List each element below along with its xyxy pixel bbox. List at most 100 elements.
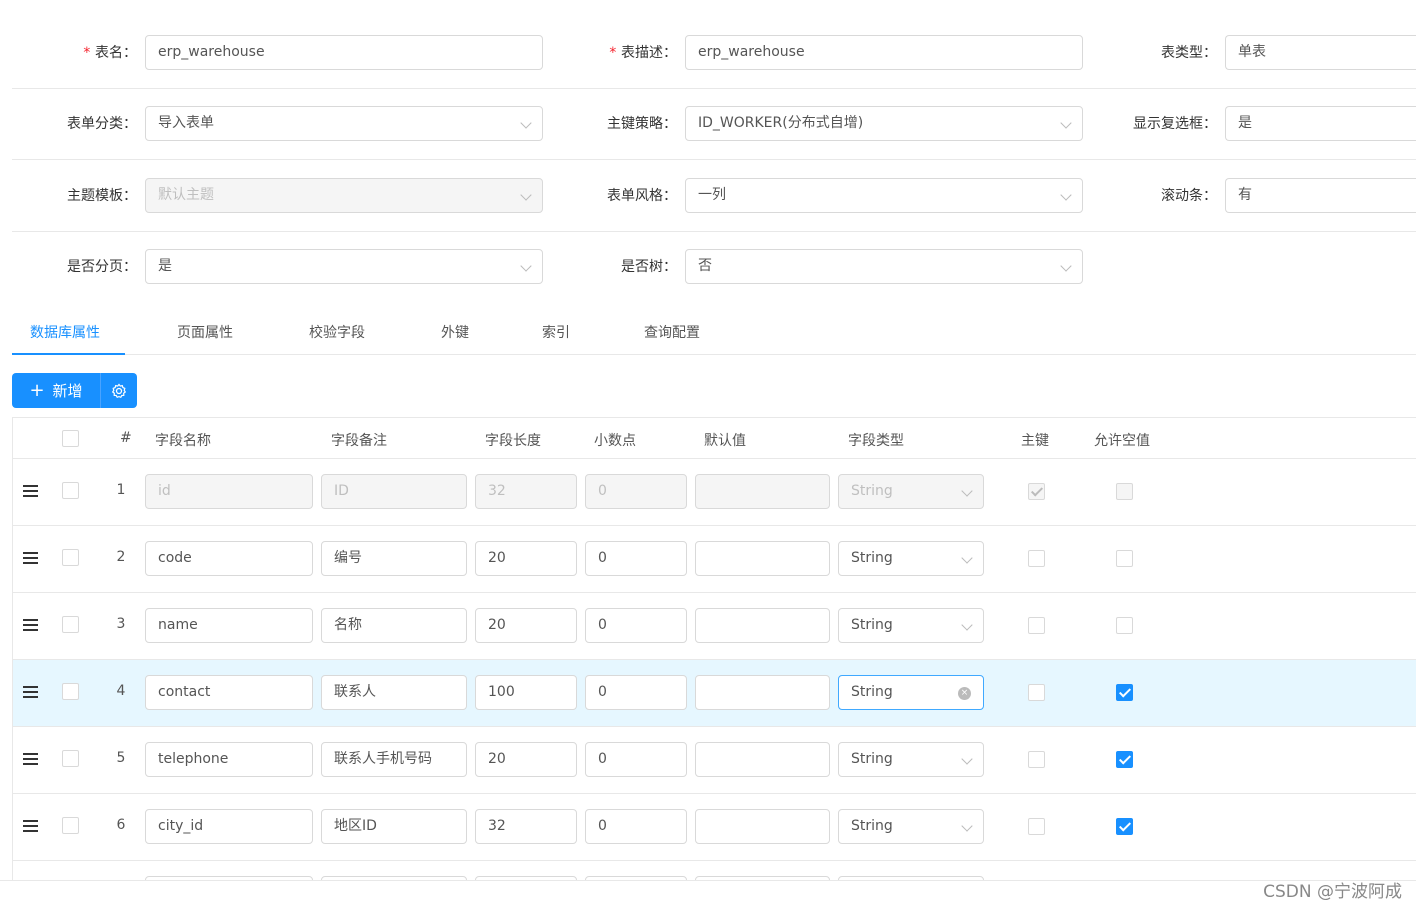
form-label: * 表描述： — [609, 35, 677, 71]
row-checkbox[interactable] — [62, 750, 79, 767]
decimal-input[interactable]: 0 — [585, 809, 687, 844]
nullable-checkbox[interactable] — [1116, 617, 1133, 634]
remark-input[interactable]: 名称 — [321, 608, 467, 643]
drag-handle-icon[interactable] — [23, 485, 38, 497]
remark-value: 编号 — [334, 550, 362, 566]
row-checkbox[interactable] — [62, 482, 79, 499]
form-label: 主题模板： — [67, 178, 137, 214]
label-colon: ： — [1203, 188, 1217, 204]
remark-input[interactable]: 联系人手机号码 — [321, 742, 467, 777]
default-input[interactable] — [695, 608, 830, 643]
length-input[interactable]: 100 — [475, 675, 577, 710]
remark-input[interactable]: 编号 — [321, 541, 467, 576]
remark-input[interactable]: 地区ID — [321, 809, 467, 844]
drag-handle-icon[interactable] — [23, 753, 38, 765]
type-select[interactable]: String — [838, 742, 984, 777]
label-text: 是否分页 — [67, 259, 123, 275]
remark-input[interactable]: 联系人 — [321, 675, 467, 710]
label-text: 主键策略 — [607, 116, 663, 132]
length-input[interactable]: 32 — [475, 809, 577, 844]
type-value: String — [851, 751, 893, 767]
drag-line — [23, 552, 38, 554]
divider — [0, 880, 1416, 881]
drag-handle-icon[interactable] — [23, 686, 38, 698]
name-input[interactable]: contact — [145, 675, 313, 710]
table-row — [13, 861, 1416, 880]
default-input[interactable] — [695, 541, 830, 576]
decimal-input[interactable]: 0 — [585, 608, 687, 643]
primary-key-checkbox[interactable] — [1028, 684, 1045, 701]
type-select[interactable]: String — [838, 809, 984, 844]
row-number: 3 — [116, 616, 126, 632]
field-value: 有 — [1238, 187, 1252, 203]
row-checkbox[interactable] — [62, 549, 79, 566]
nullable-checkbox[interactable] — [1116, 550, 1133, 567]
clear-icon[interactable]: × — [958, 687, 971, 700]
tab-5[interactable]: 查询配置 — [644, 322, 700, 342]
default-input[interactable] — [695, 675, 830, 710]
primary-key-checkbox[interactable] — [1028, 818, 1045, 835]
name-input[interactable]: name — [145, 608, 313, 643]
select-all-checkbox[interactable] — [62, 430, 79, 447]
primary-key-checkbox[interactable] — [1028, 617, 1045, 634]
default-input[interactable] — [695, 742, 830, 777]
column-header: 字段类型 — [848, 433, 904, 449]
tab-2[interactable]: 校验字段 — [309, 322, 365, 342]
select-field[interactable]: 导入表单 — [145, 106, 543, 141]
decimal-value: 0 — [598, 684, 607, 700]
decimal-input[interactable]: 0 — [585, 742, 687, 777]
select-field[interactable]: 是 — [145, 249, 543, 284]
column-header: 字段名称 — [155, 433, 211, 449]
drag-handle-icon[interactable] — [23, 619, 38, 631]
drag-line — [23, 825, 38, 827]
text-field[interactable]: 是 — [1225, 106, 1416, 141]
select-field[interactable]: 一列 — [685, 178, 1083, 213]
primary-key-checkbox[interactable] — [1028, 751, 1045, 768]
type-select[interactable]: String — [838, 608, 984, 643]
length-input[interactable]: 20 — [475, 742, 577, 777]
field-value: 一列 — [698, 187, 726, 203]
drag-handle-icon[interactable] — [23, 820, 38, 832]
label-colon: ： — [663, 188, 677, 204]
decimal-input[interactable]: 0 — [585, 541, 687, 576]
column-header: 主键 — [1021, 433, 1049, 449]
length-input[interactable]: 20 — [475, 608, 577, 643]
nullable-checkbox[interactable] — [1116, 684, 1133, 701]
length-value: 20 — [488, 550, 506, 566]
row-checkbox[interactable] — [62, 817, 79, 834]
tab-1[interactable]: 页面属性 — [177, 322, 233, 342]
add-button[interactable]: + 新增 — [12, 373, 101, 408]
select-field[interactable]: 否 — [685, 249, 1083, 284]
remark-value: 地区ID — [334, 818, 377, 834]
text-field[interactable]: erp_warehouse — [145, 35, 543, 70]
text-field[interactable]: 单表 — [1225, 35, 1416, 70]
tab-0[interactable]: 数据库属性 — [30, 322, 100, 342]
name-input[interactable]: code — [145, 541, 313, 576]
name-input[interactable]: telephone — [145, 742, 313, 777]
decimal-input[interactable]: 0 — [585, 675, 687, 710]
name-input[interactable]: city_id — [145, 809, 313, 844]
row-checkbox[interactable] — [62, 683, 79, 700]
settings-button[interactable] — [101, 383, 137, 399]
select-field[interactable]: ID_WORKER(分布式自增) — [685, 106, 1083, 141]
type-select[interactable]: String — [838, 541, 984, 576]
length-input[interactable]: 20 — [475, 541, 577, 576]
row-checkbox[interactable] — [62, 616, 79, 633]
label-text: 滚动条 — [1161, 188, 1203, 204]
primary-key-checkbox[interactable] — [1028, 550, 1045, 567]
tab-3[interactable]: 外键 — [441, 322, 469, 342]
tab-4[interactable]: 索引 — [542, 322, 570, 342]
type-select[interactable]: String × — [838, 675, 984, 710]
field-value: 否 — [698, 258, 712, 274]
field-value: 默认主题 — [158, 187, 214, 203]
default-input[interactable] — [695, 809, 830, 844]
row-number: 1 — [116, 482, 126, 498]
type-value: String — [851, 818, 893, 834]
drag-line — [23, 763, 38, 765]
text-field[interactable]: erp_warehouse — [685, 35, 1083, 70]
text-field[interactable]: 有 — [1225, 178, 1416, 213]
drag-handle-icon[interactable] — [23, 552, 38, 564]
name-value: name — [158, 617, 198, 633]
nullable-checkbox[interactable] — [1116, 818, 1133, 835]
nullable-checkbox[interactable] — [1116, 751, 1133, 768]
